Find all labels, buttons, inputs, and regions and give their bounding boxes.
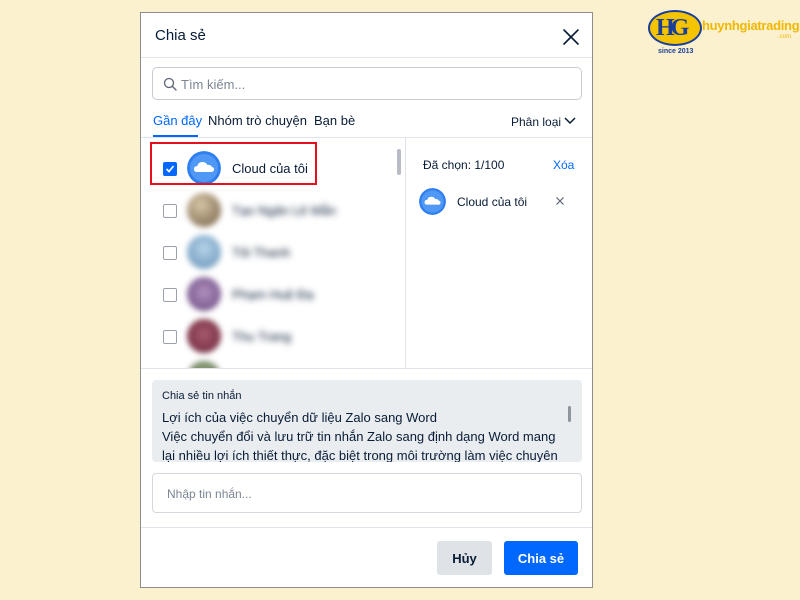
cancel-button[interactable]: Hủy xyxy=(437,541,492,575)
cloud-avatar-icon xyxy=(419,188,446,215)
contact-row[interactable]: Tôi Thanh xyxy=(141,231,401,273)
close-icon xyxy=(563,29,579,45)
message-input-box[interactable] xyxy=(152,473,582,513)
selected-panel: Đã chọn: 1/100 Xóa Cloud của tôi xyxy=(406,138,592,368)
chevron-down-icon xyxy=(564,117,576,125)
shared-message-preview: Chia sẻ tin nhắn Lợi ích của việc chuyển… xyxy=(152,380,582,462)
contact-name: Tôi Thanh xyxy=(232,245,291,260)
contact-row[interactable] xyxy=(141,357,401,368)
contact-row[interactable]: Tạo Ngân Lê Mẫn xyxy=(141,189,401,231)
shared-message-text: Lợi ích của việc chuyển dữ liệu Zalo san… xyxy=(162,408,562,462)
check-icon xyxy=(165,165,175,173)
search-icon xyxy=(163,77,177,91)
avatar xyxy=(187,277,221,311)
contact-name: Tạo Ngân Lê Mẫn xyxy=(232,203,337,218)
contact-row[interactable]: Phạm Huệ Đạ xyxy=(141,273,401,315)
logo-mark-icon: HG xyxy=(648,10,702,46)
contact-checkbox[interactable] xyxy=(163,204,177,218)
logo-since: since 2013 xyxy=(658,48,694,55)
contact-name: Thu Trang xyxy=(232,329,292,344)
selected-item-name: Cloud của tôi xyxy=(457,195,528,209)
close-icon xyxy=(556,197,564,205)
category-filter-label: Phân loại xyxy=(511,115,562,129)
contact-checkbox[interactable] xyxy=(163,246,177,260)
contact-name: Phạm Huệ Đạ xyxy=(232,287,314,302)
avatar xyxy=(187,235,221,269)
tab-friends[interactable]: Bạn bè xyxy=(314,113,355,128)
contact-row[interactable]: Thu Trang xyxy=(141,315,401,357)
cloud-avatar-icon xyxy=(187,151,221,185)
brand-logo: HG huynhgiatrading .com since 2013 xyxy=(648,10,800,55)
footer-divider xyxy=(141,527,592,528)
logo-domain: .com xyxy=(778,34,792,40)
contact-list: Cloud của tôi Tạo Ngân Lê Mẫn Tôi Thanh … xyxy=(141,138,405,368)
header-divider xyxy=(141,57,592,58)
dialog-title: Chia sẻ xyxy=(155,27,206,44)
avatar xyxy=(187,319,221,353)
clear-selection-link[interactable]: Xóa xyxy=(553,158,574,172)
section-divider xyxy=(141,368,592,369)
shared-message-line: lại nhiều lợi ích thiết thực, đặc biệt t… xyxy=(162,448,558,462)
search-box[interactable] xyxy=(152,67,582,100)
share-button[interactable]: Chia sẻ xyxy=(504,541,578,575)
logo-text: huynhgiatrading xyxy=(702,18,800,33)
tab-recent[interactable]: Gần đây xyxy=(153,113,202,128)
message-scrollbar[interactable] xyxy=(568,406,571,422)
tab-group-chats[interactable]: Nhóm trò chuyện xyxy=(208,113,307,128)
shared-message-label: Chia sẻ tin nhắn xyxy=(162,390,242,402)
avatar xyxy=(187,361,221,368)
selected-item: Cloud của tôi xyxy=(419,188,589,218)
category-filter-dropdown[interactable]: Phân loại xyxy=(511,115,576,129)
contact-checkbox[interactable] xyxy=(163,330,177,344)
contact-checkbox[interactable] xyxy=(163,162,177,176)
shared-message-line: Việc chuyển đổi và lưu trữ tin nhắn Zalo… xyxy=(162,429,556,444)
contact-name: Cloud của tôi xyxy=(232,161,308,176)
contact-checkbox[interactable] xyxy=(163,288,177,302)
share-dialog: Chia sẻ Gần đây Nhóm trò chuyện Bạn bè P… xyxy=(140,12,593,588)
shared-message-line: Lợi ích của việc chuyển dữ liệu Zalo san… xyxy=(162,410,437,425)
search-input[interactable] xyxy=(181,72,571,96)
selected-count: Đã chọn: 1/100 xyxy=(423,158,505,172)
avatar xyxy=(187,193,221,227)
close-button[interactable] xyxy=(559,25,583,49)
contact-list-scrollbar[interactable] xyxy=(397,149,401,175)
contact-row-cloud[interactable]: Cloud của tôi xyxy=(141,147,401,189)
remove-selected-button[interactable] xyxy=(553,194,567,208)
message-input[interactable] xyxy=(167,482,567,506)
